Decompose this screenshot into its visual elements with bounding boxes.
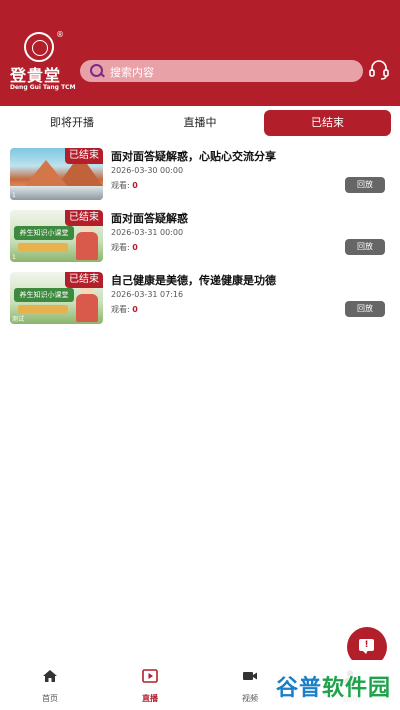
thumbnail-text: 养生知识小课堂 [14, 226, 74, 240]
tab-upcoming[interactable]: 即将开播 [8, 110, 136, 136]
live-thumbnail[interactable]: 养生知识小课堂 已结束 测试 [10, 272, 103, 324]
site-watermark: 谷普软件园 [272, 668, 392, 702]
ended-badge: 已结束 [65, 210, 103, 226]
live-card[interactable]: 已结束 1 面对面答疑解惑，心贴心交流分享 2026-03-30 00:00 观… [10, 148, 390, 204]
replay-button[interactable]: 回放 [345, 177, 385, 193]
status-tabs: 即将开播 直播中 已结束 [8, 110, 392, 136]
nav-video-label: 视频 [242, 694, 258, 703]
thumbnail-caption: 1 [12, 254, 16, 261]
replay-button[interactable]: 回放 [345, 239, 385, 255]
live-thumbnail[interactable]: 已结束 1 [10, 148, 103, 200]
view-count: 观看: 0 [111, 243, 138, 252]
tab-ended[interactable]: 已结束 [264, 110, 391, 136]
app-header: ® 登貴堂 Deng Gui Tang TCM 搜索内容 [0, 0, 400, 106]
live-time: 2026-03-31 07:16 [111, 290, 184, 299]
home-icon [43, 670, 57, 682]
chat-alert-icon: ! [359, 639, 374, 654]
brand-logo: ® 登貴堂 Deng Gui Tang TCM [10, 30, 76, 94]
thumbnail-caption: 1 [12, 192, 16, 199]
nav-live[interactable]: 直播 [120, 668, 180, 704]
view-count: 观看: 0 [111, 181, 138, 190]
video-icon [243, 672, 257, 680]
search-input[interactable]: 搜索内容 [80, 60, 363, 82]
live-title[interactable]: 面对面答疑解惑 [111, 210, 188, 226]
live-time: 2026-03-31 00:00 [111, 228, 184, 237]
ended-badge: 已结束 [65, 272, 103, 288]
headset-icon[interactable] [369, 59, 389, 81]
search-icon [90, 64, 103, 77]
nav-home[interactable]: 首页 [20, 668, 80, 704]
replay-button[interactable]: 回放 [345, 301, 385, 317]
nav-video[interactable]: 视频 [220, 668, 280, 704]
live-title[interactable]: 自己健康是美德，传递健康是功德 [111, 272, 276, 288]
registered-mark: ® [56, 30, 64, 39]
live-card[interactable]: 养生知识小课堂 已结束 测试 自己健康是美德，传递健康是功德 2026-03-3… [10, 272, 390, 328]
brand-name-en: Deng Gui Tang TCM [10, 84, 76, 91]
live-thumbnail[interactable]: 养生知识小课堂 已结束 1 [10, 210, 103, 262]
thumbnail-text: 养生知识小课堂 [14, 288, 74, 302]
live-icon [142, 669, 158, 683]
live-card[interactable]: 养生知识小课堂 已结束 1 面对面答疑解惑 2026-03-31 00:00 观… [10, 210, 390, 266]
view-count: 观看: 0 [111, 305, 138, 314]
nav-live-label: 直播 [142, 694, 158, 703]
search-placeholder: 搜索内容 [110, 66, 154, 79]
ended-badge: 已结束 [65, 148, 103, 164]
thumbnail-caption: 测试 [12, 316, 25, 323]
tab-live[interactable]: 直播中 [136, 110, 264, 136]
live-time: 2026-03-30 00:00 [111, 166, 184, 175]
brand-name-cn: 登貴堂 [10, 66, 62, 85]
seal-icon [24, 32, 54, 62]
nav-home-label: 首页 [42, 694, 58, 703]
live-title[interactable]: 面对面答疑解惑，心贴心交流分享 [111, 148, 276, 164]
